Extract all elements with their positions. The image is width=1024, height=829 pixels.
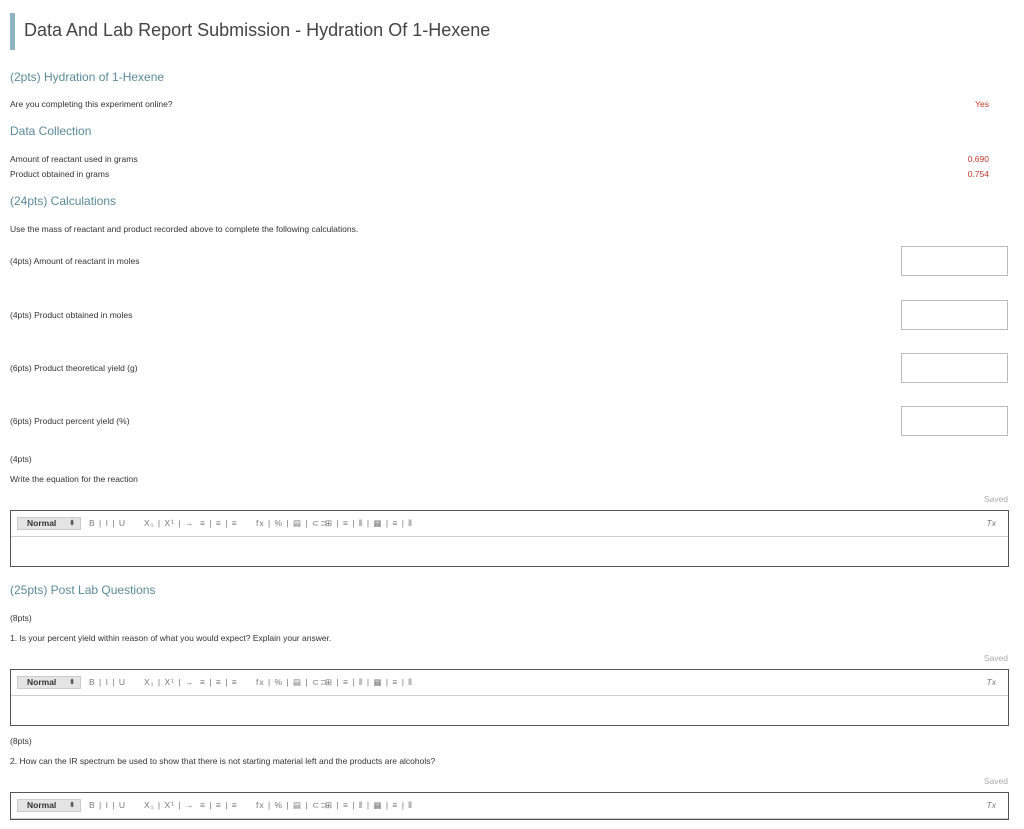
product-moles-input[interactable] — [901, 300, 1008, 330]
section-title-post-lab: (25pts) Post Lab Questions — [10, 583, 156, 597]
page-title: Data And Lab Report Submission - Hydrati… — [24, 20, 491, 40]
list-buttons[interactable]: ≡ | ≡ | ≡ — [200, 800, 238, 810]
table-buttons[interactable]: ⊞ | ≡ | ⫴ | ▦ | ≡ | ⫴ — [325, 677, 413, 688]
text-style-buttons[interactable]: B | I | U — [89, 518, 126, 528]
editor-toolbar: Normal ⬍ B | I | U X₁ | X¹ | → ≡ | ≡ | ≡ … — [11, 670, 1008, 696]
script-buttons[interactable]: X₁ | X¹ | → — [144, 518, 194, 528]
q1-points: (8pts) — [10, 613, 32, 623]
section-title-calculations: (24pts) Calculations — [10, 194, 117, 208]
product-moles-label: (4pts) Product obtained in moles — [10, 310, 133, 320]
saved-status: Saved — [983, 776, 1008, 786]
q2-text: 2. How can the IR spectrum be used to sh… — [10, 756, 436, 766]
online-question: Are you completing this experiment onlin… — [10, 99, 173, 109]
equation-prompt: Write the equation for the reaction — [10, 474, 138, 484]
table-buttons[interactable]: ⊞ | ≡ | ⫴ | ▦ | ≡ | ⫴ — [325, 518, 413, 529]
format-select[interactable]: Normal ⬍ — [17, 676, 81, 689]
format-select[interactable]: Normal ⬍ — [17, 799, 81, 812]
list-buttons[interactable]: ≡ | ≡ | ≡ — [200, 677, 238, 687]
clear-format-icon[interactable]: Tx — [987, 677, 996, 687]
reactant-grams-value: 0.690 — [967, 154, 989, 164]
saved-status: Saved — [983, 653, 1008, 663]
online-answer: Yes — [975, 99, 989, 109]
text-style-buttons[interactable]: B | I | U — [89, 677, 126, 687]
q1-answer-area[interactable] — [11, 696, 1008, 725]
insert-buttons[interactable]: fx | % | ▤ | ⊂⊃ — [256, 677, 328, 688]
select-arrow-icon: ⬍ — [69, 679, 75, 686]
clear-format-icon[interactable]: Tx — [987, 518, 996, 528]
section-title-hydration: (2pts) Hydration of 1-Hexene — [10, 70, 165, 84]
reactant-moles-input[interactable] — [901, 246, 1008, 276]
list-buttons[interactable]: ≡ | ≡ | ≡ — [200, 518, 238, 528]
table-buttons[interactable]: ⊞ | ≡ | ⫴ | ▦ | ≡ | ⫴ — [325, 800, 413, 811]
select-arrow-icon: ⬍ — [69, 802, 75, 809]
q1-editor: Normal ⬍ B | I | U X₁ | X¹ | → ≡ | ≡ | ≡ … — [10, 669, 1009, 726]
insert-buttons[interactable]: fx | % | ▤ | ⊂⊃ — [256, 800, 328, 811]
theoretical-yield-label: (6pts) Product theoretical yield (g) — [10, 363, 138, 373]
q2-points: (8pts) — [10, 736, 32, 746]
editor-toolbar: Normal ⬍ B | I | U X₁ | X¹ | → ≡ | ≡ | ≡ … — [11, 793, 1008, 819]
q2-editor: Normal ⬍ B | I | U X₁ | X¹ | → ≡ | ≡ | ≡ … — [10, 792, 1009, 820]
editor-toolbar: Normal ⬍ B | I | U X₁ | X¹ | → ≡ | ≡ | ≡ … — [11, 511, 1008, 537]
saved-status: Saved — [983, 494, 1008, 504]
product-grams-label: Product obtained in grams — [10, 169, 110, 179]
reactant-grams-label: Amount of reactant used in grams — [10, 154, 138, 164]
clear-format-icon[interactable]: Tx — [987, 800, 996, 810]
script-buttons[interactable]: X₁ | X¹ | → — [144, 800, 194, 810]
percent-yield-input[interactable] — [901, 406, 1008, 436]
product-grams-value: 0.754 — [967, 169, 989, 179]
theoretical-yield-input[interactable] — [901, 353, 1008, 383]
reactant-moles-label: (4pts) Amount of reactant in moles — [10, 256, 140, 266]
percent-yield-label: (6pts) Product percent yield (%) — [10, 416, 130, 426]
format-select[interactable]: Normal ⬍ — [17, 517, 81, 530]
script-buttons[interactable]: X₁ | X¹ | → — [144, 677, 194, 687]
equation-answer-area[interactable] — [11, 537, 1008, 566]
q1-text: 1. Is your percent yield within reason o… — [10, 633, 332, 643]
equation-points: (4pts) — [10, 454, 32, 464]
equation-editor: Normal ⬍ B | I | U X₁ | X¹ | → ≡ | ≡ | ≡ … — [10, 510, 1009, 567]
insert-buttons[interactable]: fx | % | ▤ | ⊂⊃ — [256, 518, 328, 529]
page-header: Data And Lab Report Submission - Hydrati… — [10, 13, 490, 50]
text-style-buttons[interactable]: B | I | U — [89, 800, 126, 810]
calculations-intro: Use the mass of reactant and product rec… — [10, 224, 359, 234]
section-title-data-collection: Data Collection — [10, 124, 92, 138]
select-arrow-icon: ⬍ — [69, 520, 75, 527]
